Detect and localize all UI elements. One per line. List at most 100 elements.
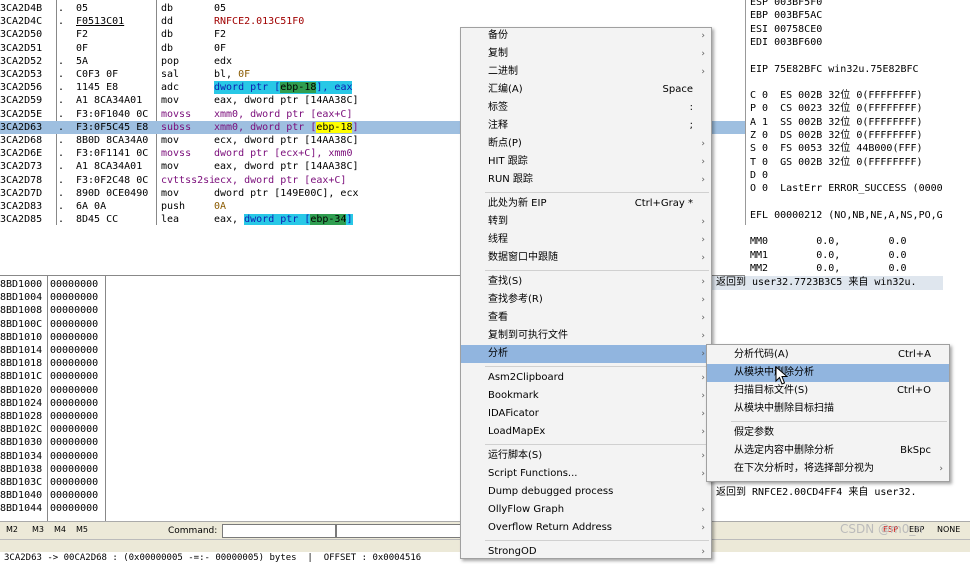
menu-item[interactable]: 线程 ›: [461, 231, 711, 249]
hex-bytes: F3:0F2C48 0C: [76, 174, 149, 186]
row-marker: .: [58, 214, 65, 225]
stack-comment-1[interactable]: 返回到 user32.7723B3C5 来自 win32u.: [716, 276, 917, 290]
register-line[interactable]: A 1 SS 002B 32位 0(FFFFFFFF): [750, 116, 923, 129]
tab-m4[interactable]: M4: [54, 525, 66, 534]
mnemonic: push: [161, 201, 186, 212]
operand-part: ebp-18: [316, 121, 353, 133]
menu-item[interactable]: 二进制 ›: [461, 63, 711, 81]
mnemonic: movss: [161, 108, 192, 120]
register-line[interactable]: Z 0 DS 002B 32位 0(FFFFFFFF): [750, 129, 923, 142]
menu-item[interactable]: 假定参数: [707, 424, 949, 442]
dump-address: 8BD1010: [0, 331, 43, 343]
menu-item[interactable]: 复制到可执行文件 ›: [461, 327, 711, 345]
menu-item-label: Script Functions...: [488, 468, 578, 479]
register-line[interactable]: MM2 0.0, 0.0: [750, 262, 907, 275]
tab-m2[interactable]: M2: [6, 525, 18, 534]
menu-item[interactable]: 从选定内容中删除分析 BkSpc: [707, 442, 949, 460]
dump-value: 00000000: [50, 411, 99, 422]
command-input[interactable]: [222, 524, 336, 538]
dump-value: 00000000: [50, 371, 99, 383]
operand: ecx, dword ptr [eax+C]: [214, 174, 347, 186]
menu-item[interactable]: 备份 ›: [461, 27, 711, 45]
register-line[interactable]: EFL 00000212 (NO,NB,NE,A,NS,PO,G: [750, 209, 943, 222]
menu-item-label: 复制到可执行文件: [488, 330, 568, 341]
menu-item[interactable]: 从模块中删除目标扫描: [707, 400, 949, 418]
tab-m3[interactable]: M3: [32, 525, 44, 534]
menu-item[interactable]: HIT 跟踪 ›: [461, 153, 711, 171]
menu-item[interactable]: RUN 跟踪 ›: [461, 171, 711, 189]
menu-item-label: 数据窗口中跟随: [488, 252, 558, 263]
chevron-right-icon: ›: [701, 49, 705, 59]
menu-item-label: 查找(S): [488, 276, 523, 287]
hex-bytes: F3:0F1141 0C: [76, 148, 149, 160]
menu-item[interactable]: Overflow Return Address ›: [461, 519, 711, 537]
menu-item[interactable]: 汇编(A) Space: [461, 81, 711, 99]
register-line[interactable]: O 0 LastErr ERROR_SUCCESS (0000: [750, 182, 943, 195]
menu-item[interactable]: OllyFlow Graph ›: [461, 501, 711, 519]
menu-item[interactable]: 此处为新 EIP Ctrl+Gray *: [461, 195, 711, 213]
menu-item-shortcut: Space: [662, 84, 693, 95]
register-line[interactable]: MM0 0.0, 0.0: [750, 235, 907, 248]
menu-item[interactable]: Bookmark ›: [461, 387, 711, 405]
menu-item[interactable]: Script Functions... ›: [461, 465, 711, 483]
menu-item[interactable]: 转到 ›: [461, 213, 711, 231]
address: 3CA2D59: [0, 95, 43, 107]
menu-item[interactable]: StrongOD ›: [461, 543, 711, 561]
menu-item[interactable]: 数据窗口中跟随 ›: [461, 249, 711, 267]
register-line[interactable]: C 0 ES 002B 32位 0(FFFFFFFF): [750, 89, 923, 102]
menu-item[interactable]: LoadMapEx ›: [461, 423, 711, 441]
menu-item[interactable]: 在下次分析时，将选择部分视为 ›: [707, 460, 949, 478]
register-line[interactable]: S 0 FS 0053 32位 44B000(FFF): [750, 142, 923, 155]
register-line[interactable]: D 0: [750, 169, 768, 182]
hex-bytes: 0F: [76, 42, 89, 54]
address: 3CA2D56: [0, 82, 43, 94]
chevron-right-icon: ›: [701, 157, 705, 167]
mouse-cursor-icon: [775, 366, 789, 385]
chevron-right-icon: ›: [939, 464, 943, 474]
chevron-right-icon: ›: [701, 391, 705, 401]
menu-item[interactable]: 断点(P) ›: [461, 135, 711, 153]
menu-item-label: OllyFlow Graph: [488, 504, 565, 515]
menu-item[interactable]: Asm2Clipboard ›: [461, 369, 711, 387]
chevron-right-icon: ›: [701, 427, 705, 437]
operand: eax, dword ptr [14AA38C]: [214, 95, 359, 107]
menu-item[interactable]: 从模块中删除分析: [707, 364, 949, 382]
menu-item[interactable]: 查看 ›: [461, 309, 711, 327]
operand-part: ]: [346, 214, 353, 225]
menu-item[interactable]: 分析代码(A) Ctrl+A: [707, 346, 949, 364]
menu-item[interactable]: 标签:: [461, 99, 711, 117]
menu-item-shortcut: Ctrl+Gray *: [634, 198, 693, 209]
operand: bl, 0F: [214, 68, 250, 81]
row-marker: .: [58, 174, 65, 186]
menu-item[interactable]: 分析 ›: [461, 345, 711, 363]
menu-item-label: 假定参数: [734, 427, 774, 438]
menu-item-label: 分析: [488, 348, 508, 359]
menu-item[interactable]: 复制 ›: [461, 45, 711, 63]
chevron-right-icon: ›: [701, 331, 705, 341]
disasm-row[interactable]: 3CA2D4B. 05 db 05: [0, 2, 745, 15]
register-line[interactable]: MM1 0.0, 0.0: [750, 249, 907, 262]
register-line[interactable]: T 0 GS 002B 32位 0(FFFFFFFF): [750, 156, 923, 169]
menu-item[interactable]: 查找参考(R) ›: [461, 291, 711, 309]
tab-m5[interactable]: M5: [76, 525, 88, 534]
menu-item[interactable]: 扫描目标文件(S) Ctrl+O: [707, 382, 949, 400]
stack-comment-2[interactable]: 返回到 RNFCE2.00CD4FF4 来自 user32.: [716, 486, 917, 500]
menu-item-label: IDAFicator: [488, 408, 539, 419]
menu-item[interactable]: Dump debugged process: [461, 483, 711, 501]
menu-item[interactable]: 注释;: [461, 117, 711, 135]
register-line[interactable]: EIP 75E82BFC win32u.75E82BFC: [750, 63, 919, 76]
dump-value: 00000000: [50, 397, 99, 409]
menu-item[interactable]: IDAFicator ›: [461, 405, 711, 423]
chevron-right-icon: ›: [701, 313, 705, 323]
none-label[interactable]: NONE: [937, 525, 960, 534]
register-line[interactable]: EDI 003BF600: [750, 36, 822, 49]
register-line[interactable]: ESI 00758CE0: [750, 23, 822, 36]
hex-bytes: F0513C01: [76, 16, 125, 28]
register-line[interactable]: P 0 CS 0023 32位 0(FFFFFFFF): [750, 102, 923, 115]
registers-pane[interactable]: ESP 003BF5F0 EBP 003BF5AC ESI 00758CE0 EDI …: [746, 0, 970, 276]
menu-item[interactable]: 查找(S) ›: [461, 273, 711, 291]
register-line[interactable]: EBP 003BF5AC: [750, 9, 822, 22]
register-line[interactable]: ESP 003BF5F0: [750, 0, 822, 9]
chevron-right-icon: ›: [701, 451, 705, 461]
menu-item[interactable]: 运行脚本(S) ›: [461, 447, 711, 465]
